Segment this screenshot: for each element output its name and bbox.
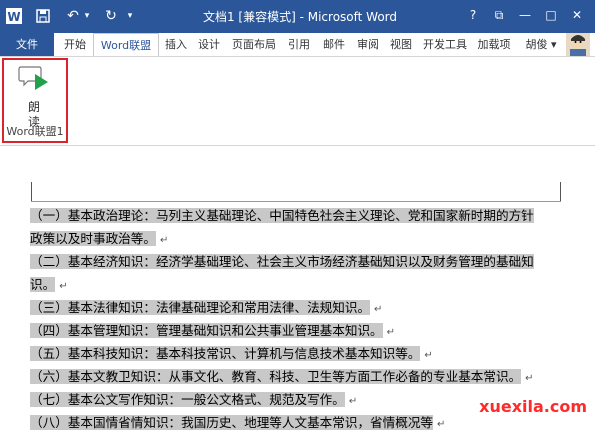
word-app-icon[interactable]: W — [4, 5, 24, 27]
maximize-icon[interactable]: □ — [540, 6, 562, 24]
margin-corner-right — [560, 182, 561, 202]
doc-line-text[interactable]: （五）基本科技知识：基本科技常识、计算机与信息技术基本知识等。 — [30, 346, 421, 361]
tab-home[interactable]: 开始 — [58, 33, 92, 56]
tab-design[interactable]: 设计 — [192, 33, 226, 56]
paragraph-mark: ↵ — [374, 304, 383, 315]
title-bar: W ↶ ▾ ↻ ▾ 文档1 [兼容模式] - Microsoft Word ? … — [0, 0, 595, 33]
paragraph-mark: ↵ — [386, 327, 396, 338]
paragraph-mark: ↵ — [348, 396, 358, 407]
doc-line[interactable]: （二）基本经济知识：经济学基础理论、社会主义市场经济基础知识以及财务管理的基础知 — [30, 251, 590, 274]
paragraph-mark: ↵ — [525, 373, 534, 384]
doc-line[interactable]: 政策以及时事政治等。 ↵ — [30, 228, 590, 251]
group-label: Word联盟1 — [6, 125, 64, 138]
tab-insert[interactable]: 插入 — [160, 33, 192, 56]
doc-line[interactable]: （四）基本管理知识：管理基础知识和公共事业管理基本知识。 ↵ — [30, 320, 590, 343]
doc-line-text[interactable]: （七）基本公文写作知识：一般公文格式、规范及写作。 — [30, 392, 345, 407]
tab-view[interactable]: 视图 — [385, 33, 417, 56]
tab-references[interactable]: 引用 — [282, 33, 316, 56]
tab-file[interactable]: 文件 — [0, 33, 54, 56]
undo-icon[interactable]: ↶ — [62, 5, 84, 27]
tab-mailings[interactable]: 邮件 — [317, 33, 351, 56]
doc-line-text[interactable]: 识。 — [30, 277, 56, 292]
doc-line-text[interactable]: （二）基本经济知识：经济学基础理论、社会主义市场经济基础知识以及财务管理的基础知 — [30, 254, 534, 269]
user-name[interactable]: 胡俊 ▾ — [520, 33, 562, 56]
doc-line-text[interactable]: （六）基本文教卫知识：从事文化、教育、科技、卫生等方面工作必备的专业基本常识。 — [30, 369, 522, 384]
word-alliance-group: 朗 读 Word联盟1 — [2, 58, 68, 143]
doc-line-text[interactable]: （四）基本管理知识：管理基础知识和公共事业管理基本知识。 — [30, 323, 383, 338]
doc-line[interactable]: （六）基本文教卫知识：从事文化、教育、科技、卫生等方面工作必备的专业基本常识。 ↵ — [30, 366, 590, 389]
speech-play-icon — [18, 64, 52, 94]
doc-line[interactable]: （三）基本法律知识：法律基础理论和常用法律、法规知识。 ↵ — [30, 297, 590, 320]
doc-line-text[interactable]: 政策以及时事政治等。 — [30, 231, 156, 246]
minimize-icon[interactable]: — — [514, 6, 536, 24]
doc-line-text[interactable]: （八）基本国情省情知识：我国历史、地理等人文基本常识，省情概况等 — [30, 415, 433, 430]
undo-dropdown-icon[interactable]: ▾ — [82, 5, 92, 27]
tab-developer[interactable]: 开发工具 — [418, 33, 472, 56]
ribbon-tabs: 文件 开始 Word联盟 插入 设计 页面布局 引用 邮件 审阅 视图 开发工具… — [0, 33, 595, 57]
watermark: xuexila.com — [479, 397, 587, 416]
paragraph-mark: ↵ — [424, 350, 433, 361]
doc-line-text[interactable]: （三）基本法律知识：法律基础理论和常用法律、法规知识。 — [30, 300, 371, 315]
svg-text:W: W — [7, 10, 20, 24]
ribbon-display-icon[interactable]: ⧉ — [488, 6, 510, 24]
doc-line[interactable]: 识。 ↵ — [30, 274, 590, 297]
customize-qat-icon[interactable]: ▾ — [124, 5, 136, 27]
help-icon[interactable]: ? — [462, 6, 484, 24]
doc-line[interactable]: （五）基本科技知识：基本科技常识、计算机与信息技术基本知识等。 ↵ — [30, 343, 590, 366]
paragraph-mark: ↵ — [59, 281, 68, 292]
close-icon[interactable]: ✕ — [566, 6, 588, 24]
read-aloud-button[interactable]: 朗 读 — [12, 62, 56, 129]
save-icon[interactable] — [32, 5, 54, 27]
window-title: 文档1 [兼容模式] - Microsoft Word — [202, 10, 398, 24]
redo-icon[interactable]: ↻ — [100, 5, 122, 27]
doc-line[interactable]: （一）基本政治理论：马列主义基础理论、中国特色社会主义理论、党和国家新时期的方针 — [30, 205, 590, 228]
margin-line — [31, 201, 561, 202]
ribbon-panel: 朗 读 Word联盟1 — [0, 57, 595, 146]
tab-addins[interactable]: 加载项 — [473, 33, 515, 56]
paragraph-mark: ↵ — [437, 419, 446, 430]
tab-review[interactable]: 审阅 — [352, 33, 384, 56]
tab-page-layout[interactable]: 页面布局 — [227, 33, 281, 56]
tab-word-alliance[interactable]: Word联盟 — [93, 33, 159, 56]
paragraph-mark: ↵ — [159, 235, 169, 246]
margin-corner-left — [31, 182, 32, 202]
doc-line-text[interactable]: （一）基本政治理论：马列主义基础理论、中国特色社会主义理论、党和国家新时期的方针 — [30, 208, 534, 223]
avatar[interactable] — [566, 33, 590, 56]
